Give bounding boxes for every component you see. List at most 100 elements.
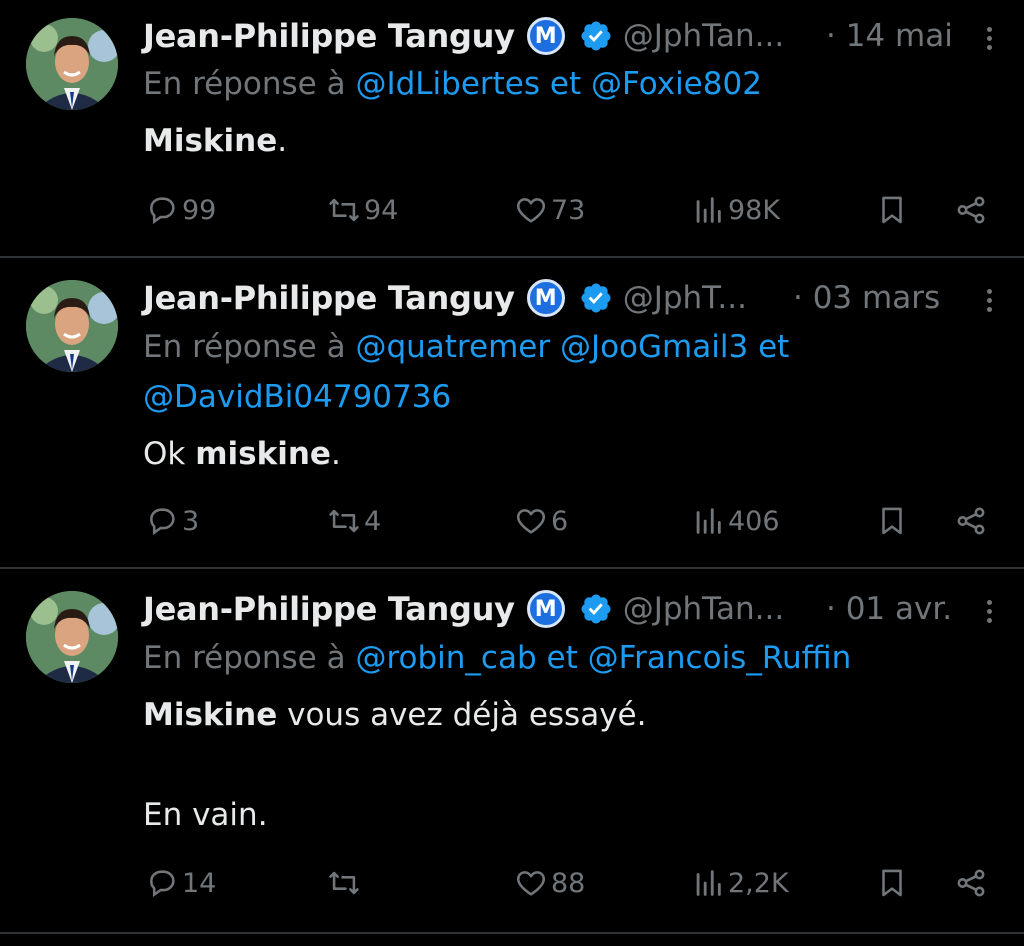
affiliation-badge[interactable]: M [526, 590, 565, 628]
affiliation-badge[interactable]: M [526, 17, 565, 55]
reply-context: En réponse à @robin_cab et @Francois_Ruf… [143, 633, 1003, 683]
tweet-text-rest: . [330, 436, 341, 472]
author-handle[interactable]: @JphTan... [623, 18, 784, 54]
mention-link[interactable]: @JooGmail3 [560, 329, 748, 365]
author-name[interactable]: Jean-Philippe Tanguy [143, 590, 515, 628]
reply-count: 3 [182, 505, 200, 537]
avatar[interactable] [26, 280, 118, 372]
views-button[interactable]: 406 [691, 499, 780, 543]
tweet-date[interactable]: · 14 mai [826, 18, 953, 54]
tweet-text-pre: Ok [143, 436, 196, 472]
mention-link[interactable]: @robin_cab [355, 640, 536, 676]
reply-button[interactable]: 99 [145, 188, 216, 232]
action-bar: 99 94 73 98K [0, 188, 1024, 232]
reply-context: En réponse à @IdLibertes et @Foxie802 [143, 59, 1003, 109]
share-icon [957, 507, 985, 535]
retweet-icon [329, 509, 359, 533]
tweet-date[interactable]: · 03 mars [793, 280, 940, 316]
verified-check-icon [579, 281, 613, 315]
reply-joiner: et [758, 329, 790, 365]
like-button[interactable]: 73 [514, 188, 585, 232]
views-button[interactable]: 2,2K [691, 861, 789, 905]
view-count: 406 [728, 505, 780, 537]
views-button[interactable]: 98K [691, 188, 780, 232]
tweet-text: Miskine vous avez déjà essayé. [143, 690, 1003, 740]
view-count: 98K [728, 194, 781, 226]
avatar[interactable] [26, 18, 118, 110]
bar-chart-icon [696, 508, 721, 534]
heart-icon [516, 198, 546, 223]
tweet-1[interactable]: Jean-Philippe Tanguy M @JphTan... · 14 m… [0, 0, 1024, 256]
retweet-button[interactable]: 4 [327, 499, 381, 543]
bookmark-button[interactable] [875, 861, 909, 905]
retweet-icon [329, 198, 359, 222]
share-button[interactable] [954, 188, 988, 232]
tweet-text-second-line: En vain. [143, 797, 268, 833]
reply-prefix: En réponse à [143, 66, 346, 102]
bookmark-button[interactable] [875, 499, 909, 543]
tweet-text: Ok miskine. [143, 429, 1003, 479]
author-handle[interactable]: @JphTan... [623, 591, 784, 627]
retweet-button[interactable] [327, 861, 364, 905]
retweet-button[interactable]: 94 [327, 188, 398, 232]
bookmark-icon [882, 869, 902, 897]
share-icon [957, 869, 985, 897]
reply-prefix: En réponse à [143, 640, 346, 676]
verified-check-icon [579, 592, 613, 626]
speech-bubble-icon [150, 508, 175, 536]
reply-count: 99 [182, 194, 217, 226]
more-dots-icon[interactable] [979, 597, 999, 627]
author-name[interactable]: Jean-Philippe Tanguy [143, 279, 515, 317]
tweet-3[interactable]: Jean-Philippe Tanguy M @JphTan... · 01 a… [0, 569, 1024, 931]
mention-link[interactable]: @DavidBi04790736 [143, 379, 451, 415]
share-icon [957, 196, 985, 224]
retweet-icon [329, 871, 359, 895]
retweet-count: 4 [364, 505, 382, 537]
avatar[interactable] [26, 591, 118, 683]
like-count: 73 [551, 194, 586, 226]
reply-context: En réponse à @quatremer @JooGmail3 et @D… [143, 322, 1003, 422]
reply-count: 14 [182, 867, 217, 899]
tweet-text-line-2: En vain. [143, 790, 1003, 840]
bar-chart-icon [696, 870, 721, 896]
author-handle[interactable]: @JphT... [623, 280, 747, 316]
like-button[interactable]: 6 [514, 499, 568, 543]
reply-button[interactable]: 14 [145, 861, 216, 905]
bookmark-button[interactable] [875, 188, 909, 232]
mention-link[interactable]: @IdLibertes [355, 66, 540, 102]
reply-joiner: et [546, 640, 578, 676]
mention-link[interactable]: @quatremer [355, 329, 550, 365]
tweet-text-bold: Miskine [143, 123, 278, 159]
tweet-divider [0, 932, 1024, 934]
bookmark-icon [882, 507, 902, 535]
more-dots-icon[interactable] [979, 24, 999, 54]
like-count: 6 [551, 505, 569, 537]
bookmark-icon [882, 196, 902, 224]
tweet-header: Jean-Philippe Tanguy M @JphTan... · 14 m… [143, 14, 1013, 58]
author-name[interactable]: Jean-Philippe Tanguy [143, 17, 515, 55]
reply-button[interactable]: 3 [145, 499, 199, 543]
more-dots-icon[interactable] [979, 286, 999, 316]
tweet-header: Jean-Philippe Tanguy M @JphTan... · 01 a… [143, 587, 1013, 631]
speech-bubble-icon [150, 870, 175, 898]
tweet-2[interactable]: Jean-Philippe Tanguy M @JphT... · 03 mar… [0, 258, 1024, 566]
share-button[interactable] [954, 499, 988, 543]
retweet-count: 94 [364, 194, 399, 226]
like-button[interactable]: 88 [514, 861, 585, 905]
view-count: 2,2K [728, 867, 789, 899]
share-button[interactable] [954, 861, 988, 905]
tweet-text-rest: . [277, 123, 288, 159]
action-bar: 3 4 6 406 [0, 499, 1024, 543]
mention-link[interactable]: @Francois_Ruffin [588, 640, 852, 676]
tweet-date[interactable]: · 01 avr. [826, 591, 952, 627]
reply-prefix: En réponse à [143, 329, 346, 365]
affiliation-badge[interactable]: M [526, 279, 565, 317]
avatar-image [26, 18, 118, 110]
like-count: 88 [551, 867, 586, 899]
heart-icon [516, 509, 546, 534]
mention-link[interactable]: @Foxie802 [591, 66, 762, 102]
heart-icon [516, 871, 546, 896]
reply-joiner: et [549, 66, 582, 102]
tweet-header: Jean-Philippe Tanguy M @JphT... · 03 mar… [143, 276, 1013, 320]
tweet-text-rest: vous avez déjà essayé. [277, 697, 647, 733]
